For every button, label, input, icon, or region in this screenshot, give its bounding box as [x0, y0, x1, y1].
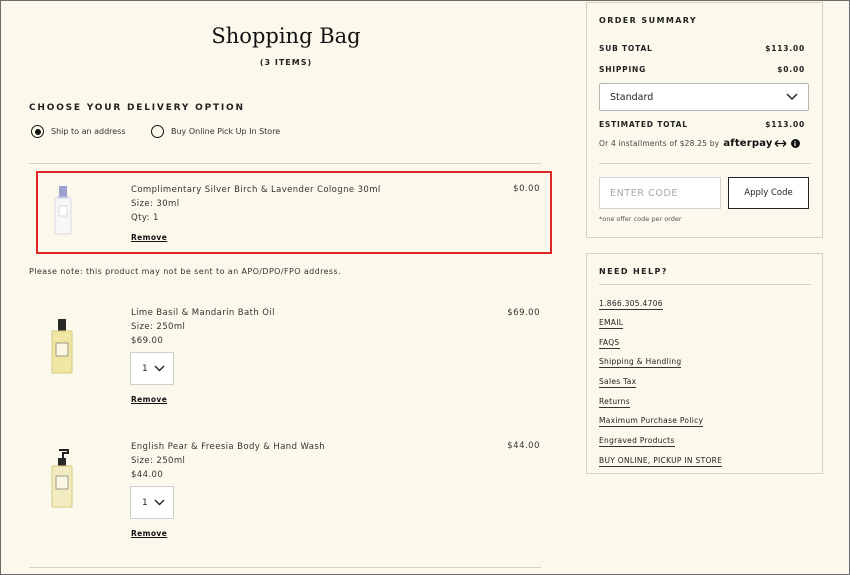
help-link-faqs[interactable]: FAQS: [599, 330, 620, 349]
ship-to-address-label: Ship to an address: [51, 127, 126, 136]
apo-note: Please note: this product may not be sen…: [29, 267, 342, 276]
divider: [599, 284, 811, 285]
chevron-down-icon: [154, 365, 165, 372]
info-icon[interactable]: i: [790, 139, 800, 148]
item-size: Size: 250ml: [131, 322, 186, 332]
item-unit-price: $44.00: [131, 470, 164, 480]
bath-oil-product-image: [49, 317, 75, 379]
help-link-engraved[interactable]: Engraved Products: [599, 428, 675, 447]
estimated-total-label: ESTIMATED TOTAL: [599, 120, 688, 129]
promo-code-input[interactable]: ENTER CODE: [599, 177, 721, 209]
shipping-method-value: Standard: [610, 91, 654, 103]
apply-code-button[interactable]: Apply Code: [728, 177, 809, 209]
afterpay-arrows-icon: [774, 140, 787, 147]
subtotal-label: SUB TOTAL: [599, 44, 653, 53]
installments-text: Or 4 installments of $28.25 by: [599, 139, 720, 148]
ship-to-address-option[interactable]: Ship to an address: [31, 125, 126, 138]
delivery-heading: CHOOSE YOUR DELIVERY OPTION: [29, 103, 245, 113]
body-wash-product-image: [49, 447, 75, 513]
shipping-value: $0.00: [777, 65, 805, 74]
item-size: Size: 30ml: [131, 199, 180, 209]
item-price: $0.00: [513, 184, 540, 194]
item-size: Size: 250ml: [131, 456, 186, 466]
radio-selected-icon[interactable]: [31, 125, 44, 138]
afterpay-logo: afterpay: [723, 138, 773, 149]
quantity-value: 1: [142, 363, 148, 374]
item-price: $44.00: [507, 441, 540, 451]
order-summary-panel: ORDER SUMMARY SUB TOTAL $113.00 SHIPPING…: [586, 2, 823, 238]
quantity-select[interactable]: 1: [130, 352, 174, 385]
help-link-returns[interactable]: Returns: [599, 389, 630, 408]
estimated-total-row: ESTIMATED TOTAL $113.00: [599, 120, 805, 129]
chevron-down-icon: [786, 93, 798, 101]
divider: [599, 163, 811, 164]
item-name: Complimentary Silver Birch & Lavender Co…: [131, 185, 381, 195]
code-note: *one offer code per order: [599, 215, 682, 223]
help-link-max-purchase-text[interactable]: Maximum Purchase Policy: [599, 416, 704, 427]
help-link-sales-tax[interactable]: Sales Tax: [599, 369, 637, 388]
help-link-max-purchase[interactable]: Maximum Purchase Policy: [599, 408, 704, 427]
remove-link[interactable]: Remove: [131, 529, 167, 538]
shipping-label: SHIPPING: [599, 65, 647, 74]
help-link-bopis[interactable]: BUY ONLINE, PICKUP IN STORE: [599, 448, 723, 467]
help-link-phone[interactable]: 1.866.305.4706: [599, 291, 663, 310]
divider: [29, 163, 541, 164]
help-link-shipping[interactable]: Shipping & Handling: [599, 349, 682, 368]
item-qty: Qty: 1: [131, 213, 159, 223]
pickup-in-store-option[interactable]: Buy Online Pick Up In Store: [151, 125, 280, 138]
order-summary-heading: ORDER SUMMARY: [599, 16, 698, 25]
help-link-faqs-text[interactable]: FAQS: [599, 338, 620, 349]
subtotal-row: SUB TOTAL $113.00: [599, 44, 805, 53]
radio-unselected-icon[interactable]: [151, 125, 164, 138]
help-link-sales-tax-text[interactable]: Sales Tax: [599, 377, 637, 388]
help-link-email[interactable]: EMAIL: [599, 310, 624, 329]
help-link-bopis-text[interactable]: BUY ONLINE, PICKUP IN STORE: [599, 456, 723, 467]
quantity-value: 1: [142, 497, 148, 508]
remove-link[interactable]: Remove: [131, 395, 167, 404]
items-count: (3 ITEMS): [259, 58, 313, 67]
item-price: $69.00: [507, 308, 540, 318]
subtotal-value: $113.00: [765, 44, 805, 53]
quantity-select[interactable]: 1: [130, 486, 174, 519]
shipping-method-select[interactable]: Standard: [599, 83, 809, 111]
estimated-total-value: $113.00: [765, 120, 805, 129]
help-link-email-text[interactable]: EMAIL: [599, 318, 624, 329]
help-link-phone-text[interactable]: 1.866.305.4706: [599, 299, 663, 310]
afterpay-line: Or 4 installments of $28.25 by afterpay …: [599, 138, 800, 149]
help-link-engraved-text[interactable]: Engraved Products: [599, 436, 675, 447]
remove-link[interactable]: Remove: [131, 233, 167, 242]
item-unit-price: $69.00: [131, 336, 164, 346]
shipping-row: SHIPPING $0.00: [599, 65, 805, 74]
pickup-in-store-label: Buy Online Pick Up In Store: [171, 127, 281, 136]
help-link-returns-text[interactable]: Returns: [599, 397, 630, 408]
need-help-heading: NEED HELP?: [599, 267, 668, 276]
need-help-panel: NEED HELP? 1.866.305.4706 EMAIL FAQS Shi…: [586, 253, 823, 474]
cologne-product-image: [51, 184, 75, 240]
item-name: Lime Basil & Mandarin Bath Oil: [131, 308, 275, 318]
page-title: Shopping Bag: [211, 24, 361, 48]
chevron-down-icon: [154, 499, 165, 506]
help-link-shipping-text[interactable]: Shipping & Handling: [599, 357, 682, 368]
divider: [29, 567, 541, 568]
item-name: English Pear & Freesia Body & Hand Wash: [131, 442, 325, 452]
